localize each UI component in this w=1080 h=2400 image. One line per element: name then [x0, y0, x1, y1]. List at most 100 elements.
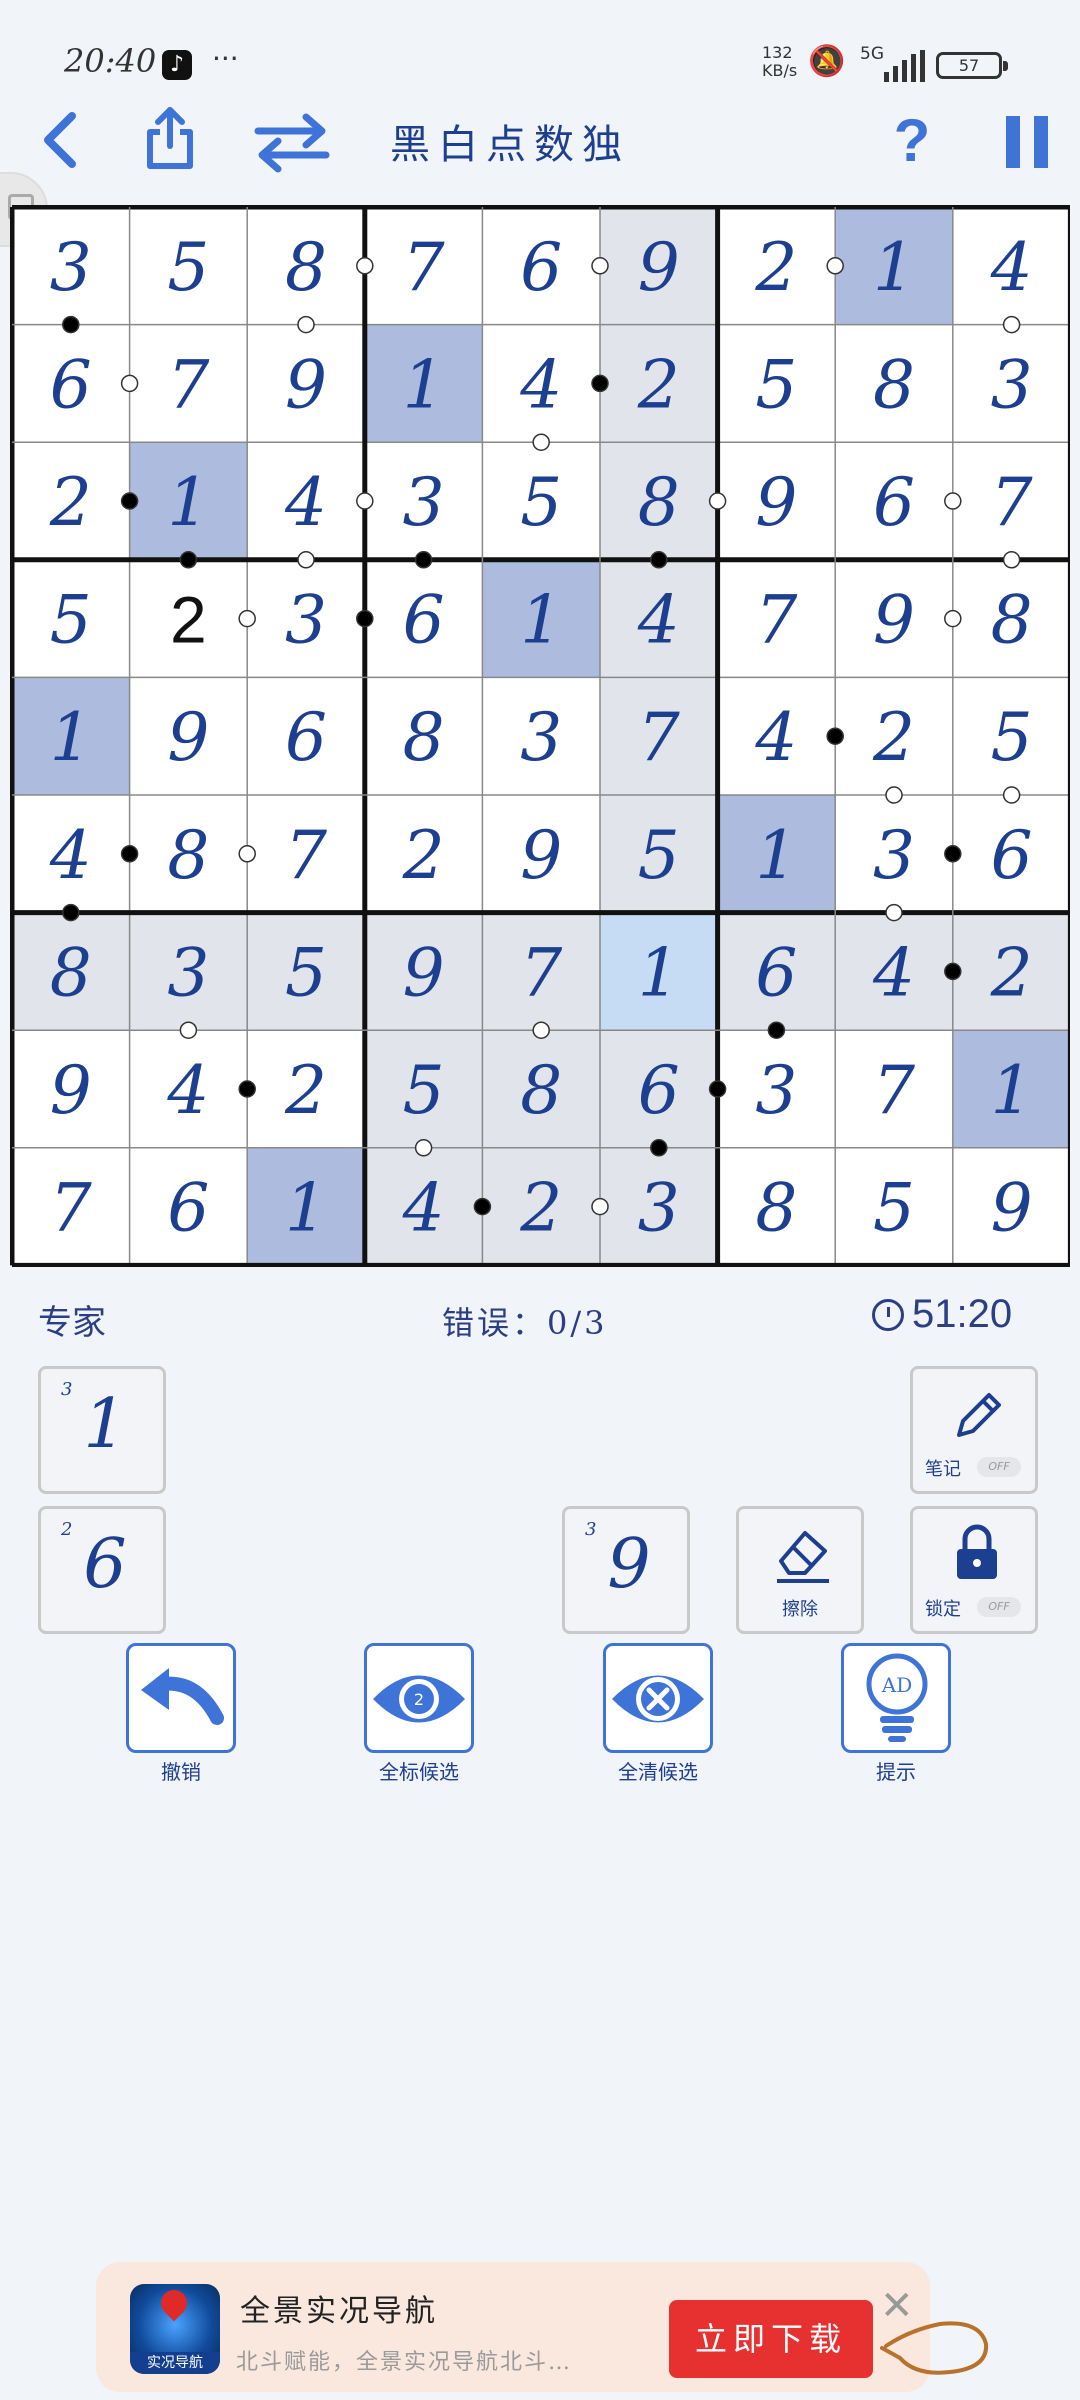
entered-digit: 7	[991, 464, 1033, 541]
entered-digit: 7	[285, 817, 327, 894]
entered-digit: 1	[520, 582, 562, 659]
number-tile-9[interactable]: 3 9	[562, 1506, 690, 1634]
undo-label: 撤销	[161, 1760, 201, 1784]
tile-value: 9	[607, 1525, 651, 1604]
entered-digit: 7	[520, 934, 562, 1011]
entered-digit: 3	[520, 699, 562, 776]
undo-icon	[141, 1668, 224, 1725]
lock-label: 锁定	[925, 1599, 961, 1620]
tile-value: 6	[83, 1525, 127, 1604]
black-dot	[356, 609, 374, 628]
entered-digit: 4	[754, 699, 797, 776]
white-dot	[885, 786, 903, 804]
entered-digit: 4	[49, 817, 92, 894]
sudoku-board[interactable]: 3 5 8 7 6 9 2 1 46 7 9 1 4 2 5 8 32 1 4 3 5 8 9 6 75 2 3 6 1 4 7 9 81 9 6 8…	[10, 205, 1070, 1267]
swap-arrows-icon[interactable]	[252, 108, 332, 178]
erase-label: 擦除	[782, 1599, 818, 1620]
ad-download-button[interactable]: 立即下载	[669, 2300, 873, 2378]
number-tile-6[interactable]: 2 6	[38, 1506, 166, 1634]
clear-all-candidates-button[interactable]	[603, 1643, 713, 1753]
lock-button[interactable]: 锁定 OFF	[910, 1506, 1038, 1634]
black-dot	[62, 903, 80, 922]
entered-digit: 9	[638, 229, 680, 306]
back-chevron-icon[interactable]	[30, 105, 90, 175]
ad-banner[interactable]: 实况导航 全景实况导航 北斗赋能，全景实况导航北斗… 立即下载 ✕	[96, 2262, 930, 2392]
notes-button[interactable]: 笔记 OFF	[910, 1366, 1038, 1494]
game-timer: 51:20	[872, 1292, 1012, 1337]
black-dot	[944, 845, 962, 863]
white-dot	[591, 1197, 609, 1216]
scribble-annotation	[880, 2321, 989, 2375]
entered-digit: 6	[873, 464, 915, 541]
black-dot	[650, 1139, 668, 1157]
black-dot	[120, 492, 139, 510]
pause-icon[interactable]	[1000, 112, 1056, 172]
black-dot	[62, 315, 80, 334]
white-dot	[591, 257, 609, 275]
entered-digit: 8	[873, 346, 915, 423]
entered-digit: 5	[285, 934, 327, 1011]
entered-digit: 3	[285, 582, 327, 659]
erase-button[interactable]: 擦除	[736, 1506, 864, 1634]
entered-digit: 2	[402, 817, 445, 894]
hint-badge: AD	[881, 1673, 912, 1697]
entered-digit: 5	[403, 1052, 445, 1129]
entered-digit: 8	[50, 934, 92, 1011]
entered-digit: 2	[519, 1170, 562, 1247]
notes-label: 笔记	[925, 1459, 961, 1480]
entered-digit: 3	[403, 464, 445, 541]
share-icon[interactable]	[140, 102, 200, 174]
ad-app-logo: 实况导航	[130, 2284, 220, 2374]
white-dot	[297, 551, 315, 569]
white-dot	[532, 433, 550, 451]
entered-digit: 9	[755, 464, 797, 541]
lock-toggle[interactable]: OFF	[977, 1597, 1021, 1617]
entered-digit: 6	[285, 699, 327, 776]
entered-digit: 5	[638, 817, 680, 894]
entered-digit: 3	[755, 1052, 797, 1129]
hint-button[interactable]: AD	[841, 1643, 951, 1753]
white-dot	[1002, 786, 1021, 804]
number-tile-1[interactable]: 3 1	[38, 1366, 166, 1494]
entered-digit: 7	[755, 582, 797, 659]
clear-all-candidates-label: 全清候选	[618, 1760, 698, 1784]
white-dot	[356, 492, 374, 510]
entered-digit: 4	[990, 229, 1033, 306]
entered-digit: 9	[520, 817, 562, 894]
help-icon[interactable]: ?	[882, 100, 942, 180]
white-dot	[885, 903, 903, 922]
mark-all-candidates-button[interactable]: 2	[364, 1643, 474, 1753]
black-dot	[826, 727, 844, 745]
entered-digit: 9	[403, 934, 445, 1011]
entered-digit: 4	[166, 1052, 209, 1129]
entered-digit: 8	[403, 699, 445, 776]
black-dot	[238, 1080, 256, 1098]
notes-toggle[interactable]: OFF	[977, 1457, 1021, 1477]
battery-icon: 57	[936, 52, 1008, 79]
net-speed: 132 KB/s	[762, 44, 797, 80]
entered-digit: 1	[638, 934, 680, 1011]
entered-digit: 9	[873, 582, 915, 659]
entered-digit: 7	[167, 346, 209, 423]
white-dot	[944, 492, 962, 510]
entered-digit: 9	[285, 346, 327, 423]
entered-digit: 5	[873, 1170, 915, 1247]
difficulty-label: 专家	[38, 1303, 106, 1343]
entered-digit: 4	[872, 934, 915, 1011]
ad-subtitle: 北斗赋能，全景实况导航北斗…	[236, 2350, 573, 2375]
entered-digit: 4	[284, 464, 327, 541]
tiktok-icon: ♪	[162, 50, 192, 80]
white-dot	[179, 1021, 198, 1039]
white-dot	[944, 609, 962, 628]
status-bar: 20:40 ♪ ··· 132 KB/s 🔕 5G 57	[0, 0, 1080, 110]
page-title: 黑白点数独	[390, 122, 630, 168]
black-dot	[591, 374, 609, 393]
entered-digit: 8	[167, 817, 209, 894]
entered-digit: 7	[638, 699, 680, 776]
black-dot	[473, 1197, 492, 1216]
entered-digit: 1	[285, 1170, 327, 1247]
undo-button[interactable]	[126, 1643, 236, 1753]
entered-digit: 5	[50, 582, 92, 659]
white-dot	[826, 257, 844, 275]
entered-digit: 1	[873, 229, 915, 306]
